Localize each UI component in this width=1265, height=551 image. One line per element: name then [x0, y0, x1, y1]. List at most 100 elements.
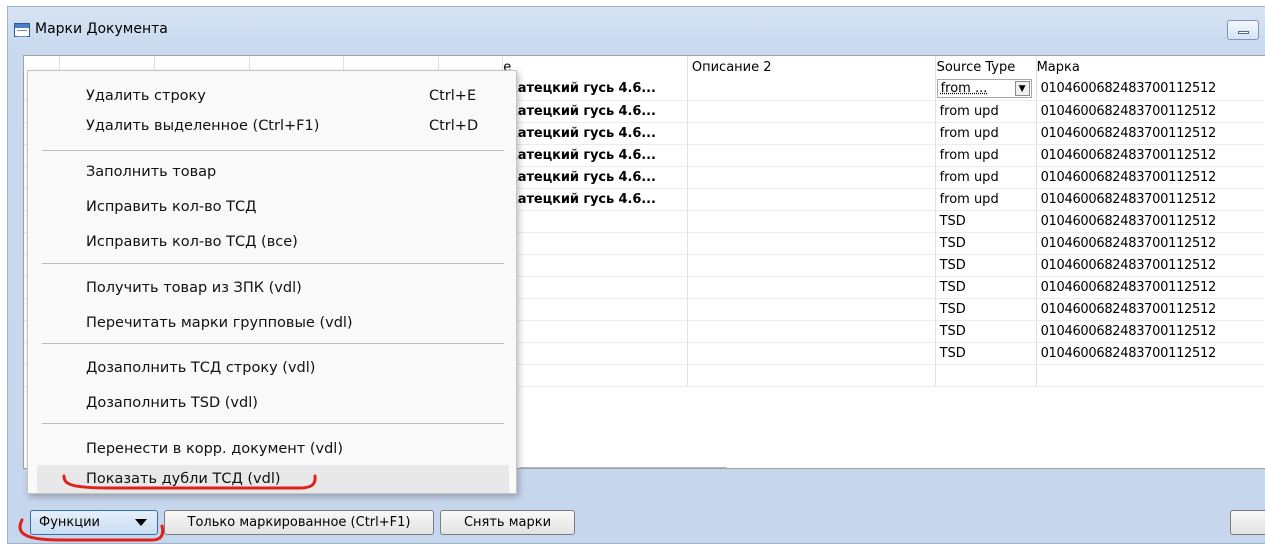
cell-description-2[interactable] [687, 320, 936, 343]
menu-item[interactable]: Удалить выделенное (Ctrl+F1) Ctrl+D [37, 112, 509, 140]
cell-description-2[interactable] [687, 232, 936, 255]
cell-name[interactable] [502, 298, 688, 321]
menu-separator [42, 343, 504, 344]
cell-name[interactable] [502, 320, 688, 343]
cell-name[interactable] [502, 342, 688, 365]
cell-description-2[interactable] [687, 166, 936, 189]
dropdown-arrow-icon[interactable]: ▼ [1014, 81, 1030, 97]
cell-description-2[interactable] [687, 298, 936, 321]
menu-item[interactable]: Перечитать марки групповые (vdl) [37, 309, 509, 337]
cell-marka[interactable]: 0104600682483700112512 [1036, 342, 1265, 365]
menu-item[interactable]: Получить товар из ЗПК (vdl) [37, 274, 509, 302]
cell-source-type[interactable]: TSD [935, 232, 1037, 255]
only-marked-button[interactable]: Только маркированное (Ctrl+F1) [164, 510, 434, 535]
cell-description-2[interactable] [687, 254, 936, 277]
column-header-description-2[interactable]: Описание 2 [687, 56, 936, 78]
horizontal-scrollbar-thumb[interactable] [518, 467, 729, 468]
menu-item-label: Заполнить товар [86, 164, 217, 180]
menu-item-label: Показать дубли ТСД (vdl) [86, 471, 281, 487]
cell-description-2[interactable] [687, 100, 936, 123]
menu-item-label: Удалить выделенное (Ctrl+F1) [86, 118, 320, 134]
menu-item[interactable]: Перенести в корр. документ (vdl) [37, 435, 509, 463]
cell-description-2[interactable] [687, 276, 936, 299]
bottom-toolbar: Функции Только маркированное (Ctrl+F1) С… [8, 495, 1265, 545]
cell-description-2[interactable] [687, 78, 936, 101]
unmark-button[interactable]: Снять марки [440, 510, 575, 535]
cell-source-type[interactable]: from upd [935, 144, 1037, 167]
cell-source-type[interactable]: TSD [935, 276, 1037, 299]
menu-item-label: Исправить кол-во ТСД [86, 199, 257, 215]
cell-marka[interactable]: 0104600682483700112512 [1036, 166, 1265, 189]
cell-marka[interactable]: 010460068248370011251­2 [1036, 78, 1265, 101]
cell-marka[interactable]: 0104600682483700112512 [1036, 188, 1265, 211]
menu-item[interactable]: Дозаполнить TSD (vdl) [37, 389, 509, 417]
menu-item-label: Получить товар из ЗПК (vdl) [86, 280, 302, 296]
cell-name[interactable] [502, 364, 688, 387]
menu-separator [42, 263, 504, 264]
cell-source-type[interactable]: from upd [935, 188, 1037, 211]
menu-item-label: Перечитать марки групповые (vdl) [86, 315, 353, 331]
menu-item-label: Удалить строку [86, 88, 206, 104]
column-header-marka[interactable]: Марка [1036, 56, 1265, 78]
column-header-name[interactable]: е [502, 56, 688, 78]
menu-separator [42, 150, 504, 151]
cell-description-2[interactable] [687, 188, 936, 211]
menu-item[interactable]: Исправить кол-во ТСД [37, 193, 509, 221]
cell-source-type[interactable]: TSD [935, 298, 1037, 321]
cell-name[interactable] [502, 232, 688, 255]
cell-description-2[interactable] [687, 144, 936, 167]
menu-item-shortcut: Ctrl+E [429, 88, 477, 104]
title-bar: Марки Документа [8, 7, 1265, 55]
cell-description-2[interactable] [687, 342, 936, 365]
cell-source-type[interactable]: TSD [935, 254, 1037, 277]
cell-name[interactable] [502, 276, 688, 299]
cell-source-type[interactable]: TSD [935, 320, 1037, 343]
cell-marka[interactable]: 0104600682483700112512 [1036, 100, 1265, 123]
minimize-button[interactable] [1227, 20, 1259, 40]
cell-name[interactable]: Катецкий гусь 4.6... [502, 144, 688, 167]
cell-source-type[interactable]: from ... ▼ [935, 78, 1037, 101]
cell-source-type[interactable]: TSD [935, 342, 1037, 365]
menu-item-shortcut: Ctrl+D [429, 118, 479, 134]
cell-marka[interactable]: 0104600682483700112512 [1036, 210, 1265, 233]
cell-name[interactable] [502, 254, 688, 277]
cell-marka[interactable]: 0104600682483700112512 [1036, 144, 1265, 167]
cell-source-type[interactable] [935, 364, 1037, 387]
cell-marka[interactable]: 0104600682483700112512 [1036, 254, 1265, 277]
cell-marka[interactable]: 0104600682483700112512 [1036, 298, 1265, 321]
functions-button-label: Функции [39, 514, 100, 530]
menu-item-label: Перенести в корр. документ (vdl) [86, 441, 343, 457]
cell-marka[interactable] [1036, 364, 1265, 387]
menu-item-label: Исправить кол-во ТСД (все) [86, 234, 298, 250]
menu-item[interactable]: Заполнить товар [37, 158, 509, 186]
cell-name[interactable]: Катецкий гусь 4.6... [502, 188, 688, 211]
cell-description-2[interactable] [687, 364, 936, 387]
menu-separator [42, 423, 504, 424]
right-edge-button[interactable] [1230, 510, 1265, 535]
cell-source-type[interactable]: from upd [935, 122, 1037, 145]
source-type-select[interactable]: from ... ▼ [936, 79, 1032, 99]
cell-marka[interactable]: 0104600682483700112512 [1036, 232, 1265, 255]
cell-name[interactable]: Катецкий гусь 4.6... [502, 78, 688, 101]
cell-name[interactable]: Катецкий гусь 4.6... [502, 122, 688, 145]
cell-name[interactable]: Катецкий гусь 4.6... [502, 100, 688, 123]
cell-description-2[interactable] [687, 122, 936, 145]
menu-item[interactable]: Дозаполнить ТСД строку (vdl) [37, 354, 509, 382]
menu-item[interactable]: Удалить строку Ctrl+E [37, 82, 509, 110]
menu-item[interactable]: Исправить кол-во ТСД (все) [37, 228, 509, 256]
menu-item-label: Дозаполнить ТСД строку (vdl) [86, 360, 316, 376]
cell-description-2[interactable] [687, 210, 936, 233]
cell-source-type[interactable]: TSD [935, 210, 1037, 233]
functions-menu: Удалить строку Ctrl+E Удалить выделенное (… [27, 70, 517, 494]
cell-source-type[interactable]: from upd [935, 100, 1037, 123]
menu-item[interactable]: Показать дубли ТСД (vdl) [37, 465, 509, 493]
cell-name[interactable]: Катецкий гусь 4.6... [502, 166, 688, 189]
functions-button[interactable]: Функции [30, 510, 158, 535]
cell-name[interactable] [502, 210, 688, 233]
column-header-source-type[interactable]: Source Type [935, 56, 1037, 78]
cell-marka[interactable]: 0104600682483700112512 [1036, 320, 1265, 343]
cell-source-type[interactable]: from upd [935, 166, 1037, 189]
cell-marka[interactable]: 0104600682483700112512 [1036, 276, 1265, 299]
dropdown-arrow-icon [135, 519, 147, 526]
cell-marka[interactable]: 0104600682483700112512 [1036, 122, 1265, 145]
